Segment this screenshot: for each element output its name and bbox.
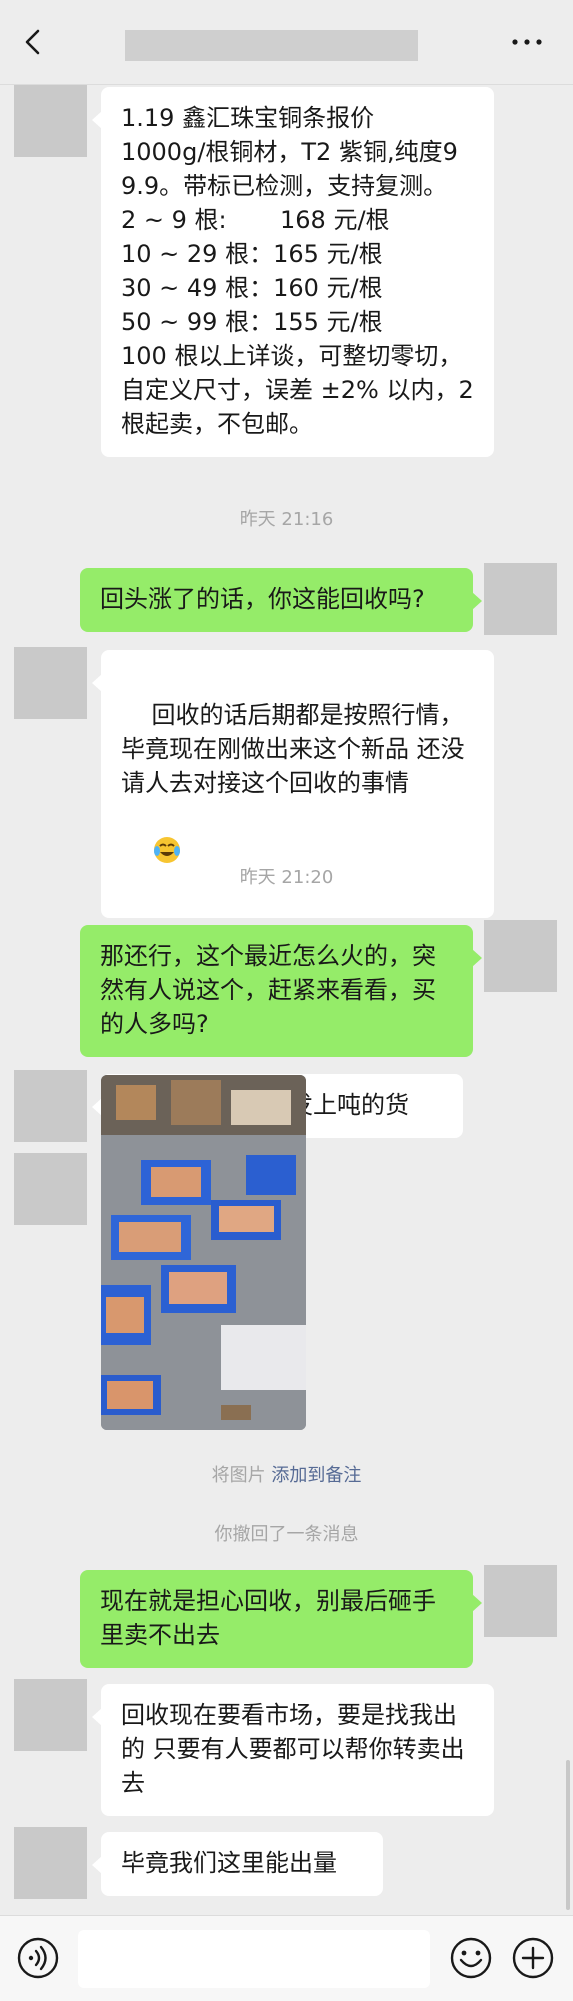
message-bubble-sent[interactable]: 那还行，这个最近怎么火的，突然有人说这个，赶紧来看看，买的人多吗? xyxy=(80,925,482,1057)
image-note-prefix: 将图片 xyxy=(211,1465,272,1486)
self-avatar[interactable] xyxy=(484,1565,557,1637)
contact-avatar[interactable] xyxy=(14,647,87,719)
voice-icon[interactable] xyxy=(16,1936,60,1980)
message-bubble-received[interactable]: 毕竟我们这里能出量 xyxy=(92,1832,383,1896)
chat-title xyxy=(125,30,418,61)
chat-header xyxy=(0,0,573,85)
timestamp: 昨天 21:16 xyxy=(239,509,334,530)
photo-copper-bars[interactable] xyxy=(101,1075,306,1430)
add-to-notes-link[interactable]: 添加到备注 xyxy=(271,1465,361,1486)
self-avatar[interactable] xyxy=(484,563,557,635)
message-bubble-received[interactable]: 回收现在要看市场，要是找我出的 只要有人要都可以帮你转卖出去 xyxy=(92,1684,494,1816)
image-note-hint: 将图片 添加到备注 xyxy=(0,1461,573,1487)
photo-content xyxy=(101,1075,306,1430)
contact-avatar[interactable] xyxy=(14,1070,87,1142)
laughing-crying-emoji xyxy=(153,837,180,863)
message-bubble-sent[interactable]: 现在就是担心回收，别最后砸手里卖不出去 xyxy=(80,1570,482,1668)
contact-avatar[interactable] xyxy=(14,1679,87,1751)
message-bubble-sent[interactable]: 回头涨了的话，你这能回收吗? xyxy=(80,568,482,632)
plus-icon[interactable] xyxy=(511,1936,555,1980)
self-avatar[interactable] xyxy=(484,920,557,992)
input-bar xyxy=(0,1915,573,2001)
recall-notice: 你撤回了一条消息 xyxy=(214,1524,359,1545)
scrollbar[interactable] xyxy=(566,1760,570,1910)
back-icon[interactable] xyxy=(18,26,50,58)
contact-avatar[interactable] xyxy=(14,1827,87,1899)
message-bubble-received[interactable]: 1.19 鑫汇珠宝铜条报价 1000g/根铜材，T2 紫铜,纯度99.9。带标已… xyxy=(92,87,494,457)
contact-avatar[interactable] xyxy=(14,85,87,157)
contact-avatar[interactable] xyxy=(14,1153,87,1225)
emoji-icon[interactable] xyxy=(449,1936,493,1980)
more-dots-icon[interactable] xyxy=(508,26,546,58)
message-input[interactable] xyxy=(78,1930,430,1988)
message-text: 回收的话后期都是按照行情，毕竟现在刚做出来这个新品 还没请人去对接这个回收的事情 xyxy=(121,701,465,797)
timestamp: 昨天 21:20 xyxy=(239,867,334,888)
